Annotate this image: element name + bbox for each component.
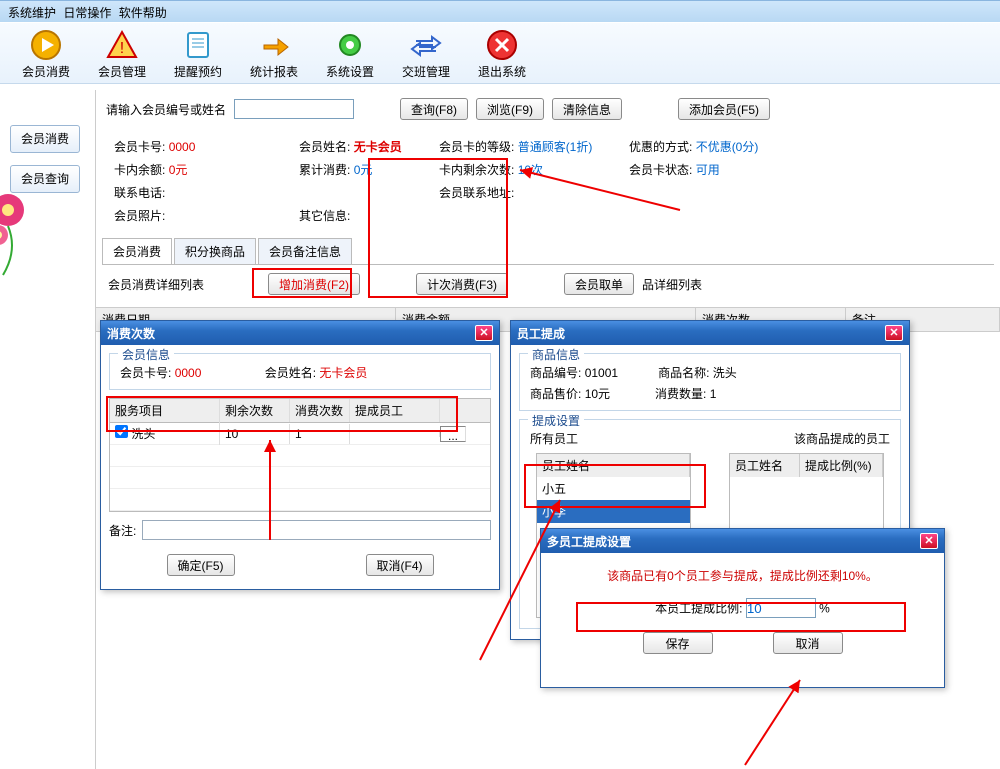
rate-input[interactable] — [746, 598, 816, 618]
browse-button[interactable]: 浏览(F9) — [476, 98, 544, 120]
dlg1-close-icon[interactable]: ✕ — [475, 325, 493, 341]
tab-points[interactable]: 积分换商品 — [174, 238, 256, 264]
add-member-button[interactable]: 添加会员(F5) — [678, 98, 770, 120]
tab-notes[interactable]: 会员备注信息 — [258, 238, 352, 264]
dlg1-ok-button[interactable]: 确定(F5) — [167, 554, 235, 576]
dlg3-tip: 该商品已有0个员工参与提成，提成比例还剩10%。 — [561, 567, 924, 584]
emp-row[interactable]: 小五 — [537, 477, 690, 500]
menu-daily[interactable]: 日常操作 — [63, 6, 111, 20]
play-icon — [30, 29, 62, 61]
svg-text:!: ! — [120, 40, 124, 57]
dlg3-titlebar[interactable]: 多员工提成设置 ✕ — [541, 529, 944, 553]
multi-commission-dialog: 多员工提成设置 ✕ 该商品已有0个员工参与提成，提成比例还剩10%。 本员工提成… — [540, 528, 945, 688]
total: 0元 — [354, 163, 373, 177]
member-level: 普通顾客(1折) — [518, 140, 593, 154]
detail-tail: 品详细列表 — [642, 276, 702, 293]
gear-icon — [334, 29, 366, 61]
dlg2-titlebar[interactable]: 员工提成 ✕ — [511, 321, 909, 345]
service-table: 服务项目 剩余次数 消费次数 提成员工 洗头 10 1 ... — [109, 398, 491, 512]
tb-member-manage[interactable]: ! 会员管理 — [84, 27, 160, 79]
tb-shift[interactable]: 交班管理 — [388, 27, 464, 79]
remark-input[interactable] — [142, 520, 491, 540]
count-consume-button[interactable]: 计次消费(F3) — [416, 273, 508, 295]
sub-tabs: 会员消费 积分换商品 会员备注信息 — [102, 238, 994, 265]
clear-button[interactable]: 清除信息 — [552, 98, 622, 120]
warning-icon: ! — [106, 29, 138, 61]
side-tabs: 会员消费 会员查询 — [10, 125, 80, 205]
arrow-icon — [258, 29, 290, 61]
consume-count-dialog: 消费次数 ✕ 会员信息 会员卡号: 0000 会员姓名: 无卡会员 服务项目 剩… — [100, 320, 500, 590]
card-no: 0000 — [169, 140, 196, 154]
ellipsis-button[interactable]: ... — [440, 426, 466, 442]
tb-settings[interactable]: 系统设置 — [312, 27, 388, 79]
remain: 10次 — [518, 163, 543, 177]
member-discount: 不优惠(0分) — [696, 140, 759, 154]
search-input[interactable] — [234, 99, 354, 119]
state: 可用 — [696, 163, 720, 177]
dlg1-cancel-button[interactable]: 取消(F4) — [366, 554, 434, 576]
close-icon — [486, 29, 518, 61]
tb-member-consume[interactable]: 会员消费 — [8, 27, 84, 79]
dlg3-close-icon[interactable]: ✕ — [920, 533, 938, 549]
tb-exit[interactable]: 退出系统 — [464, 27, 540, 79]
dlg3-cancel-button[interactable]: 取消 — [773, 632, 843, 654]
add-consume-button[interactable]: 增加消费(F2) — [268, 273, 360, 295]
menu-help[interactable]: 软件帮助 — [119, 6, 167, 20]
notebook-icon — [182, 29, 214, 61]
tb-stats[interactable]: 统计报表 — [236, 27, 312, 79]
tab-consume[interactable]: 会员消费 — [102, 238, 172, 264]
toolbar: 会员消费 ! 会员管理 提醒预约 统计报表 系统设置 交班管理 退出系统 — [0, 22, 1000, 84]
pull-order-button[interactable]: 会员取单 — [564, 273, 634, 295]
dlg3-save-button[interactable]: 保存 — [643, 632, 713, 654]
detail-label: 会员消费详细列表 — [108, 276, 204, 293]
service-row[interactable]: 洗头 10 1 ... — [110, 423, 490, 445]
dlg2-close-icon[interactable]: ✕ — [885, 325, 903, 341]
svc-check[interactable] — [115, 425, 128, 438]
search-label: 请输入会员编号或姓名 — [106, 101, 226, 118]
side-tab-query[interactable]: 会员查询 — [10, 165, 80, 193]
menubar: 系统维护 日常操作 软件帮助 — [0, 0, 1000, 22]
member-name: 无卡会员 — [354, 140, 402, 154]
emp-row-selected[interactable]: 小李 — [537, 500, 690, 523]
side-tab-consume[interactable]: 会员消费 — [10, 125, 80, 153]
swap-icon — [410, 29, 442, 61]
query-button[interactable]: 查询(F8) — [400, 98, 468, 120]
menu-system[interactable]: 系统维护 — [8, 6, 56, 20]
member-info: 会员卡号: 0000 会员姓名: 无卡会员 会员卡的等级: 普通顾客(1折) 优… — [96, 128, 1000, 234]
balance: 0元 — [169, 163, 188, 177]
dlg1-titlebar[interactable]: 消费次数 ✕ — [101, 321, 499, 345]
tb-remind[interactable]: 提醒预约 — [160, 27, 236, 79]
